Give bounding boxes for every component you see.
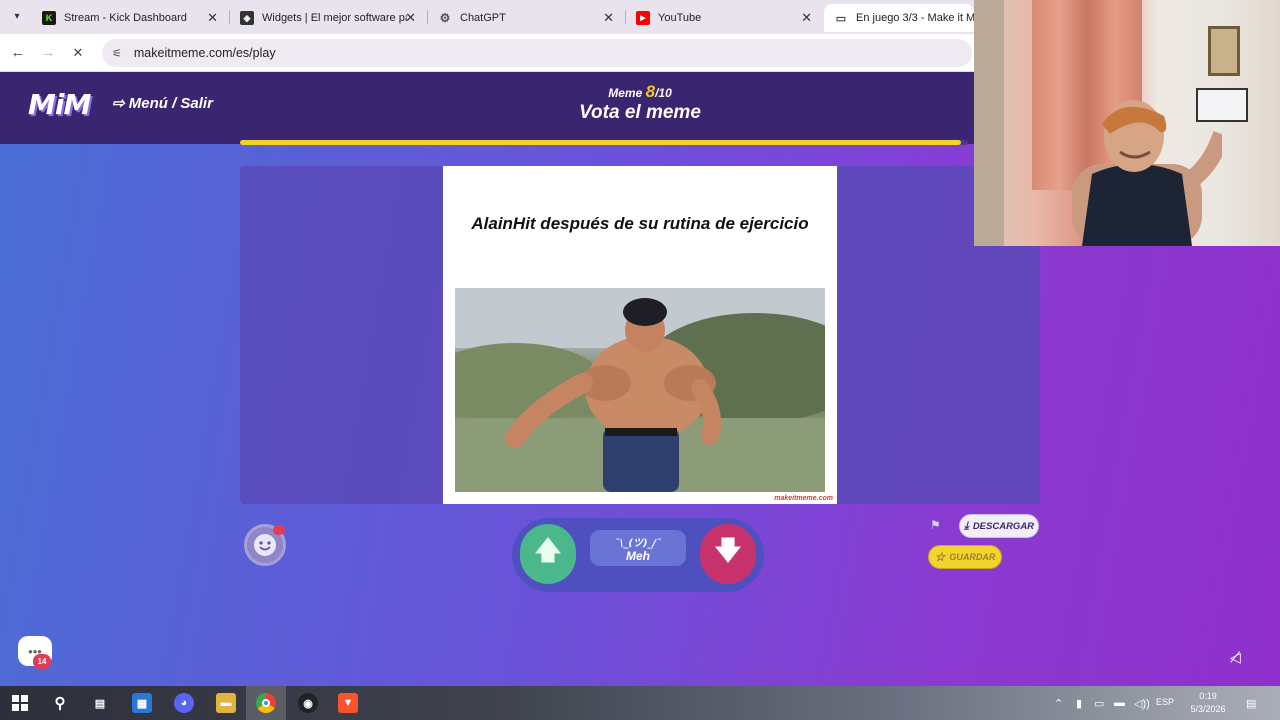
tab-title: ChatGPT (460, 12, 506, 24)
search-icon[interactable]: ⚲ (50, 693, 70, 713)
tab-title: Widgets | El mejor software par (262, 12, 407, 24)
tab-makeitmeme[interactable]: ▭ En juego 3/3 - Make it Mem (824, 4, 974, 32)
star-icon: ☆ (934, 550, 946, 564)
meme-caption: AlainHit después de su rutina de ejercic… (471, 214, 809, 233)
meme-counter: Meme 8/10 (560, 82, 720, 102)
chat-badge: 14 (33, 654, 51, 669)
webcam-overlay (974, 0, 1280, 246)
tab-youtube[interactable]: ▶ YouTube ✕ (626, 4, 822, 32)
discord-icon[interactable]: ◕ (174, 693, 194, 713)
arrow-up-icon: 🡅 (534, 535, 562, 565)
meme-card: AlainHit después de su rutina de ejercic… (443, 166, 837, 504)
url-field[interactable]: ⚟ makeitmeme.com/es/play (102, 39, 972, 67)
meme-label: Meme (608, 86, 643, 100)
download-label: DESCARGAR (972, 520, 1035, 532)
windows-taskbar: ⚲ ▤ ▦ ◕ ▬ ◉ ▼ ⌃ ▮ ▭ ▬ ◁)) ESP 0:19 5/3/2… (0, 686, 1280, 720)
save-button[interactable]: ☆ GUARDAR (928, 545, 1002, 569)
tray-battery-icon[interactable]: ▬ (1114, 697, 1125, 709)
makeitmeme-icon: ▭ (835, 12, 847, 25)
meme-current: 8 (645, 82, 656, 101)
store-icon[interactable]: ▦ (132, 693, 152, 713)
meh-button[interactable]: ¯\_(ツ)_/¯ Meh (590, 530, 686, 566)
chatgpt-icon: ⚙ (439, 11, 451, 25)
meme-total: /10 (655, 86, 672, 100)
meh-label: Meh (626, 549, 650, 563)
downvote-button[interactable]: 🡇 (700, 524, 756, 584)
url-text: makeitmeme.com/es/play (133, 46, 276, 60)
report-flag-icon[interactable]: ⚑ (930, 518, 941, 532)
webcam-door (974, 0, 1004, 246)
close-tab-icon[interactable]: ✕ (405, 10, 416, 26)
round-progress-bar (240, 140, 968, 145)
tray-date: 5/3/2026 (1190, 704, 1226, 714)
download-icon: ⤓ (963, 519, 969, 532)
arrow-down-icon: 🡇 (714, 535, 742, 565)
brave-icon[interactable]: ▼ (338, 693, 358, 713)
tab-chatgpt[interactable]: ⚙ ChatGPT ✕ (428, 4, 624, 32)
tray-volume-icon[interactable]: ◁)) (1134, 697, 1150, 710)
upvote-button[interactable]: 🡅 (520, 524, 576, 584)
tab-search-chevron-icon[interactable]: ▾ (8, 8, 26, 26)
close-tab-icon[interactable]: ✕ (207, 10, 218, 26)
round-progress-fill (240, 140, 961, 145)
download-button[interactable]: ⤓ DESCARGAR (959, 514, 1039, 538)
tab-title: Stream - Kick Dashboard (64, 12, 187, 24)
smiley-face-icon (254, 534, 276, 556)
tray-network-icon[interactable]: ▭ (1094, 697, 1104, 710)
windows-start-icon[interactable] (10, 693, 30, 713)
tray-chevron-icon[interactable]: ⌃ (1054, 697, 1063, 710)
close-tab-icon[interactable]: ✕ (603, 10, 614, 26)
reaction-avatar-button[interactable] (244, 524, 286, 566)
streamer-person (1072, 100, 1222, 246)
running-man-illustration (455, 288, 825, 492)
forward-arrow-icon[interactable]: → (38, 43, 58, 63)
back-arrow-icon[interactable]: ← (8, 43, 28, 63)
widgets-icon: ◈ (240, 11, 254, 25)
menu-exit-label: Menú / Salir (128, 95, 213, 112)
watermark: makeitmeme.com (774, 495, 833, 502)
notification-center-icon[interactable]: ▤ (1246, 697, 1256, 710)
mim-logo[interactable]: MiM (28, 88, 91, 121)
tray-time: 0:19 (1199, 691, 1217, 701)
tray-language[interactable]: ESP (1156, 697, 1174, 707)
exit-icon: ⇨ (112, 95, 129, 112)
youtube-icon: ▶ (636, 11, 650, 25)
page-title: Vota el meme (579, 102, 701, 123)
shrug-face: ¯\_(ツ)_/¯ (614, 538, 662, 549)
tray-usb-icon[interactable]: ▮ (1076, 697, 1082, 710)
task-view-icon[interactable]: ▤ (90, 693, 110, 713)
file-explorer-icon[interactable]: ▬ (216, 693, 236, 713)
meme-image (455, 288, 825, 492)
close-tab-icon[interactable]: ✕ (801, 10, 812, 26)
tab-kick[interactable]: K Stream - Kick Dashboard ✕ (32, 4, 228, 32)
webcam-picture-frame (1208, 26, 1240, 76)
tab-title: YouTube (658, 12, 702, 24)
heart-notification-icon (273, 525, 285, 535)
obs-icon[interactable]: ◉ (298, 693, 318, 713)
stop-loading-icon[interactable]: ✕ (68, 43, 88, 63)
kick-icon: K (42, 11, 56, 25)
mute-sound-icon[interactable]: ◁̸ (1230, 649, 1241, 666)
menu-exit-button[interactable]: ⇨ Menú / Salir (112, 94, 213, 112)
site-info-icon[interactable]: ⚟ (112, 47, 122, 60)
save-label: GUARDAR (949, 552, 996, 562)
tray-clock[interactable]: 0:19 5/3/2026 (1186, 690, 1230, 716)
chrome-icon[interactable] (256, 693, 276, 713)
tab-widgets[interactable]: ◈ Widgets | El mejor software par ✕ (230, 4, 426, 32)
tab-title: En juego 3/3 - Make it Mem (856, 12, 974, 24)
